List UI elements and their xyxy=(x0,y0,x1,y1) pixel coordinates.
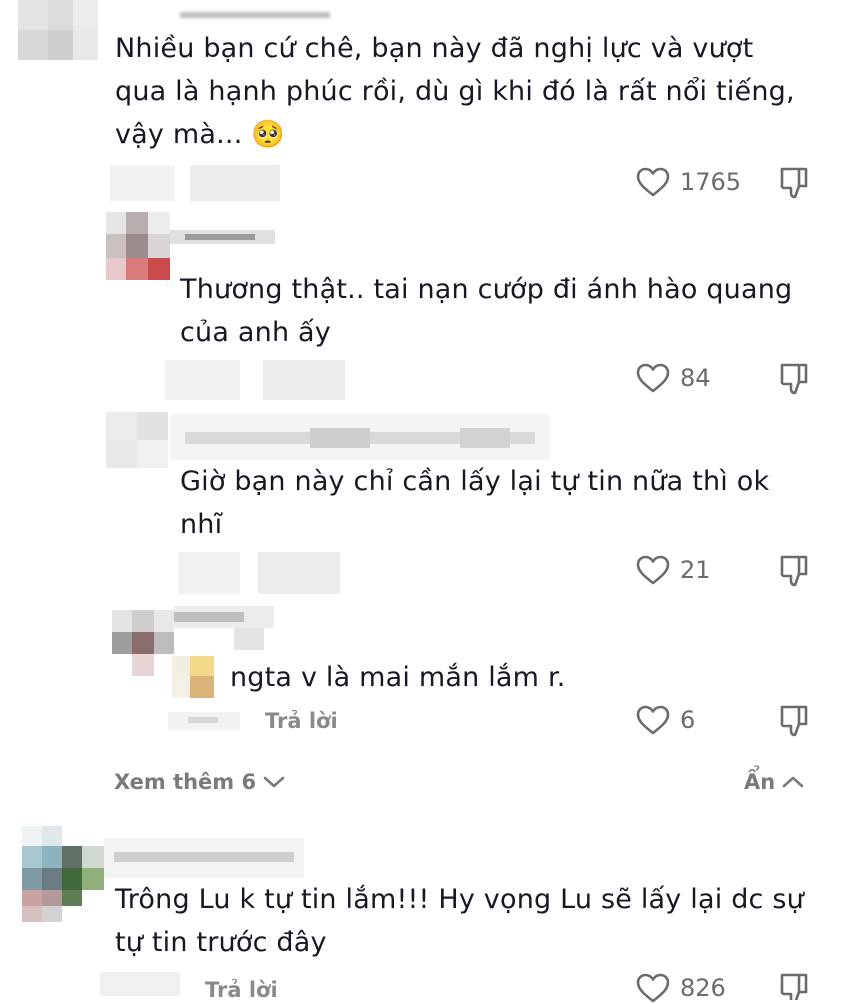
like-count: 826 xyxy=(680,974,726,1002)
comment-text-line: Trông Lu k tự tin lắm!!! Hy vọng Lu sẽ l… xyxy=(115,884,804,915)
reply-button[interactable]: Trả lời xyxy=(205,978,278,1002)
comment-text-line: qua là hạnh phúc rồi, dù gì khi đó là rấ… xyxy=(115,76,795,107)
comment-text-line: ngta v là mai mắn lắm r. xyxy=(230,662,566,693)
heart-outline-icon xyxy=(636,973,670,1003)
username[interactable] xyxy=(104,838,304,878)
like-button[interactable]: 84 xyxy=(636,363,711,393)
like-count: 84 xyxy=(680,364,711,392)
comment-text-line: nhĩ xyxy=(180,509,223,540)
avatar[interactable] xyxy=(106,412,168,468)
reply-button[interactable]: Trả lời xyxy=(265,709,338,733)
avatar[interactable] xyxy=(18,0,98,60)
comment-text-line: Thương thật.. tai nạn cướp đi ánh hào qu… xyxy=(180,274,793,305)
comment-text-line: Nhiều bạn cứ chê, bạn này đã nghị lực và… xyxy=(115,33,754,64)
hide-replies-button[interactable]: Ẩn xyxy=(744,770,805,794)
username[interactable] xyxy=(174,606,274,652)
heart-outline-icon xyxy=(636,555,670,585)
username[interactable] xyxy=(180,12,330,18)
thumbs-down-icon[interactable] xyxy=(778,554,812,588)
avatar[interactable] xyxy=(22,826,104,922)
like-button[interactable]: 1765 xyxy=(636,167,741,197)
like-count: 21 xyxy=(680,556,711,584)
thumbs-down-icon[interactable] xyxy=(778,166,812,200)
comment-text-line-wrap: vậy mà... 🥺 xyxy=(115,113,795,156)
view-more-replies-button[interactable]: Xem thêm 6 xyxy=(114,770,286,794)
pleading-face-emoji: 🥺 xyxy=(251,119,286,150)
comment-text-line: tự tin trước đây xyxy=(115,927,327,958)
reply-target-avatar xyxy=(172,656,218,698)
like-button[interactable]: 21 xyxy=(636,555,711,585)
heart-outline-icon xyxy=(636,705,670,735)
heart-outline-icon xyxy=(636,167,670,197)
avatar[interactable] xyxy=(112,610,174,676)
thumbs-down-icon[interactable] xyxy=(778,972,812,1000)
comment-date xyxy=(100,968,180,1000)
like-count: 6 xyxy=(680,706,696,734)
avatar[interactable] xyxy=(106,212,170,280)
comment-date xyxy=(168,708,240,734)
like-count: 1765 xyxy=(680,168,742,196)
thumbs-down-icon[interactable] xyxy=(778,704,812,738)
comment-text-line: Giờ bạn này chỉ cần lấy lại tự tin nữa t… xyxy=(180,466,770,497)
view-more-label: Xem thêm 6 xyxy=(114,770,257,794)
chevron-up-icon xyxy=(782,776,804,788)
username[interactable] xyxy=(170,414,550,460)
comment-text-line: của anh ấy xyxy=(180,317,331,348)
hide-label: Ẩn xyxy=(744,770,776,794)
comment-text-line: vậy mà... xyxy=(115,119,243,150)
comment-meta xyxy=(110,165,280,201)
comment-meta xyxy=(178,552,340,594)
comment-meta xyxy=(165,360,345,400)
like-button[interactable]: 6 xyxy=(636,705,695,735)
heart-outline-icon xyxy=(636,363,670,393)
like-button[interactable]: 826 xyxy=(636,973,726,1003)
thumbs-down-icon[interactable] xyxy=(778,362,812,396)
chevron-down-icon xyxy=(263,776,285,788)
username[interactable] xyxy=(170,230,275,254)
